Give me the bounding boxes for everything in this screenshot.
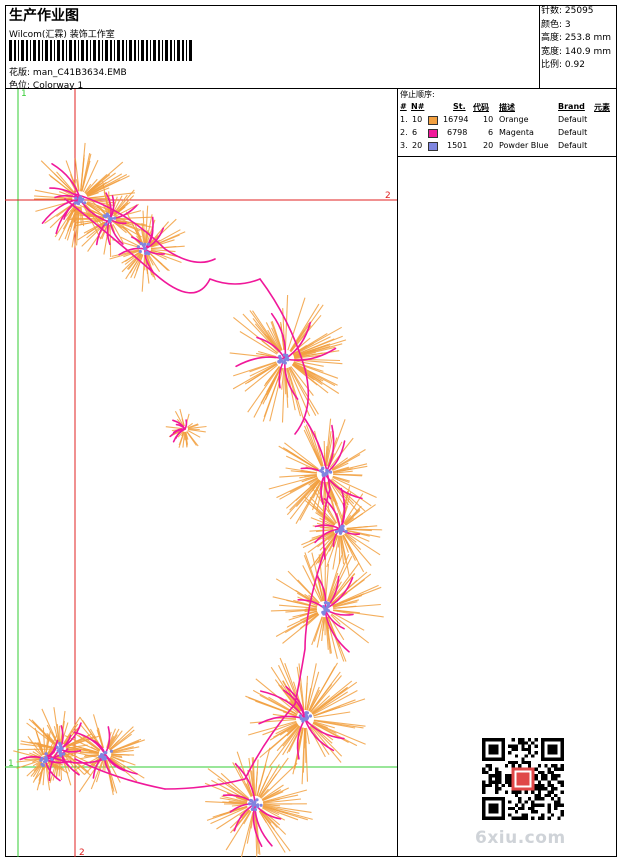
col-header-n: N# [411,102,425,111]
row-st: 6798 [447,128,468,137]
design-height: 高度: 253.8 mm [541,33,612,43]
col-header-code: 代码 [473,103,489,112]
col-header-num: # [400,102,407,111]
design-name-line: 花版: man_C41B3634.EMB [9,65,127,78]
design-value: man_C41B3634.EMB [32,68,127,78]
stitch-count: 针数: 25095 [541,6,594,16]
row-st: 16794 [443,115,469,124]
row-desc: Magenta [499,128,534,137]
guide-label: 2 [385,191,391,201]
row-desc: Orange [499,115,529,124]
col-header-element: 元素 [594,103,610,112]
blue-thread-layer [39,195,348,812]
color-count: 颜色: 3 [541,19,571,30]
row-st: 1501 [447,141,468,150]
embroidery-artwork: 1 2 2 1 [5,89,397,857]
stop-row: 1. 10 16794 10 Orange Default [398,115,617,128]
guide-label: 1 [8,759,14,769]
row-code: 10 [483,115,494,124]
stats-panel: 针数: 25095 颜色: 3 高度: 253.8 mm 宽度: 140.9 m… [540,5,617,89]
row-num: 2. [400,128,408,137]
guide-label: 1 [21,89,27,99]
studio-subtitle: Wilcom(汇霖) 装饰工作室 [9,30,115,40]
design-canvas: 1 2 2 1 [5,89,398,857]
row-num: 3. [400,141,408,150]
row-n: 20 [412,141,423,150]
row-desc: Powder Blue [499,141,549,150]
stop-sequence-title: 停止顺序: [400,90,435,99]
watermark: 6xiu.com [475,828,566,848]
header-panel: 生产作业图 Wilcom(汇霖) 装饰工作室 花版: man_C41B3634.… [5,5,540,91]
col-header-desc: 描述 [499,103,515,112]
stop-row: 2. 6 6798 6 Magenta Default [398,128,617,141]
stop-sequence-panel: 停止顺序: # N# St. 代码 描述 Brand 元素 1. 10 1679… [398,89,617,157]
row-n: 6 [412,128,418,137]
design-width: 宽度: 140.9 mm [541,46,612,57]
design-scale: 比例: 0.92 [541,60,585,70]
guide-label: 2 [79,848,85,857]
color-swatch [428,129,438,138]
color-swatch [428,142,438,151]
orange-thread-layer [13,142,384,857]
page-title: 生产作业图 [9,8,79,24]
color-swatch [428,116,438,125]
row-code: 20 [483,141,494,150]
col-header-st: St. [453,102,466,111]
row-brand: Default [558,141,588,150]
row-n: 10 [412,115,423,124]
row-code: 6 [488,128,494,137]
stop-row: 3. 20 1501 20 Powder Blue Default [398,141,617,154]
design-label: 花版: [9,68,31,78]
row-brand: Default [558,128,588,137]
col-header-brand: Brand [558,102,585,111]
row-num: 1. [400,115,408,124]
row-brand: Default [558,115,588,124]
barcode [9,40,192,61]
qr-code [482,738,564,820]
